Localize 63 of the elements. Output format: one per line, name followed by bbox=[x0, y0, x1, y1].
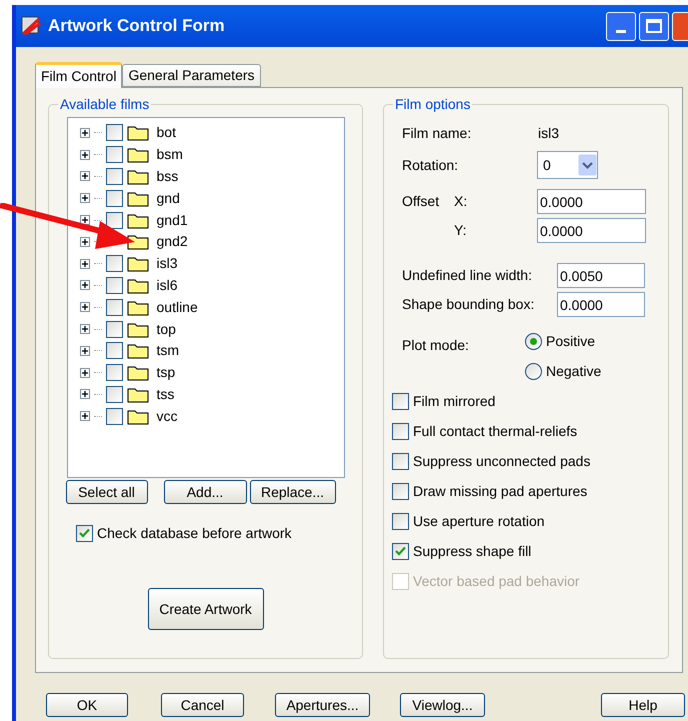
dialog-button[interactable]: Help bbox=[601, 693, 685, 717]
dialog-button[interactable]: Apertures... bbox=[275, 693, 370, 717]
field-label: Offset bbox=[402, 192, 440, 211]
tree-item[interactable]: tsm bbox=[80, 340, 344, 362]
tab[interactable]: General Parameters bbox=[122, 64, 261, 87]
film-label: gnd2 bbox=[156, 232, 188, 252]
select-all-button[interactable]: Select all bbox=[66, 480, 148, 504]
checkbox-label: Draw missing pad apertures bbox=[413, 482, 588, 501]
field-label: Shape bounding box: bbox=[402, 295, 536, 314]
field-label: Film name: bbox=[402, 124, 472, 143]
checkbox-label: Vector based pad behavior bbox=[413, 572, 580, 591]
tree-item[interactable]: outline bbox=[80, 296, 344, 318]
tree-item[interactable]: tss bbox=[80, 384, 344, 406]
tree-item[interactable]: top bbox=[80, 318, 344, 340]
film-label: isl6 bbox=[156, 276, 178, 295]
film-label: gnd1 bbox=[156, 210, 188, 230]
checkbox-label: Film mirrored bbox=[413, 392, 496, 410]
film-label: isl3 bbox=[156, 254, 178, 274]
offset-y-field[interactable]: 0.0000 bbox=[537, 218, 646, 243]
tree-item[interactable]: tsp bbox=[80, 362, 344, 384]
tree-item[interactable]: vcc bbox=[80, 405, 344, 428]
film-label: bot bbox=[156, 123, 176, 142]
create-artwork-button[interactable]: Create Artwork bbox=[148, 588, 264, 630]
field-label: Undefined line width: bbox=[402, 266, 533, 285]
film-label: gnd bbox=[156, 188, 180, 208]
film-label: bsm bbox=[156, 145, 183, 164]
dialog-button[interactable]: Cancel bbox=[161, 693, 244, 717]
tree-item[interactable]: isl3 bbox=[80, 252, 344, 275]
checkbox-label: Full contact thermal-reliefs bbox=[413, 422, 578, 440]
film-label: tsp bbox=[156, 363, 176, 382]
rotation-dropdown[interactable]: 0 bbox=[537, 151, 598, 179]
window-title: Artwork Control Form bbox=[48, 15, 225, 38]
film-label: vcc bbox=[156, 406, 178, 426]
tab[interactable]: Film Control bbox=[35, 62, 122, 88]
radio-label: Negative bbox=[546, 362, 602, 381]
film-label: tss bbox=[156, 384, 174, 404]
tree-item[interactable]: bss bbox=[80, 166, 344, 188]
field-label: X: bbox=[454, 192, 468, 211]
dialog-button[interactable]: Viewlog... bbox=[400, 693, 485, 717]
film-label: top bbox=[156, 320, 176, 339]
checkbox-label: Use aperture rotation bbox=[413, 512, 545, 531]
film-name-value: isl3 bbox=[538, 124, 560, 143]
checkbox-label: Suppress unconnected pads bbox=[413, 452, 590, 471]
checkbox-label: Check database before artwork bbox=[97, 524, 292, 543]
line-width-field[interactable]: 0.0050 bbox=[557, 263, 645, 288]
bounding-box-field[interactable]: 0.0000 bbox=[557, 292, 645, 317]
tree-item[interactable]: bsm bbox=[80, 144, 344, 166]
field-label: Rotation: bbox=[402, 156, 460, 174]
tree-item[interactable]: gnd1 bbox=[80, 209, 344, 231]
tree-item[interactable]: gnd bbox=[80, 187, 344, 210]
radio-label: Positive bbox=[546, 332, 596, 351]
film-label: tsm bbox=[156, 341, 180, 360]
add-button[interactable]: Add... bbox=[164, 480, 246, 504]
film-label: outline bbox=[156, 298, 198, 317]
tree-item[interactable]: isl6 bbox=[80, 274, 344, 296]
field-label: Y: bbox=[454, 221, 468, 240]
tree-item[interactable]: bot bbox=[80, 122, 344, 144]
offset-x-field[interactable]: 0.0000 bbox=[537, 189, 646, 214]
film-label: bss bbox=[156, 166, 178, 186]
field-label: Plot mode: bbox=[402, 336, 470, 355]
replace-button[interactable]: Replace... bbox=[250, 480, 336, 504]
dialog-button[interactable]: OK bbox=[46, 693, 128, 717]
checkbox-label: Suppress shape fill bbox=[413, 542, 532, 561]
